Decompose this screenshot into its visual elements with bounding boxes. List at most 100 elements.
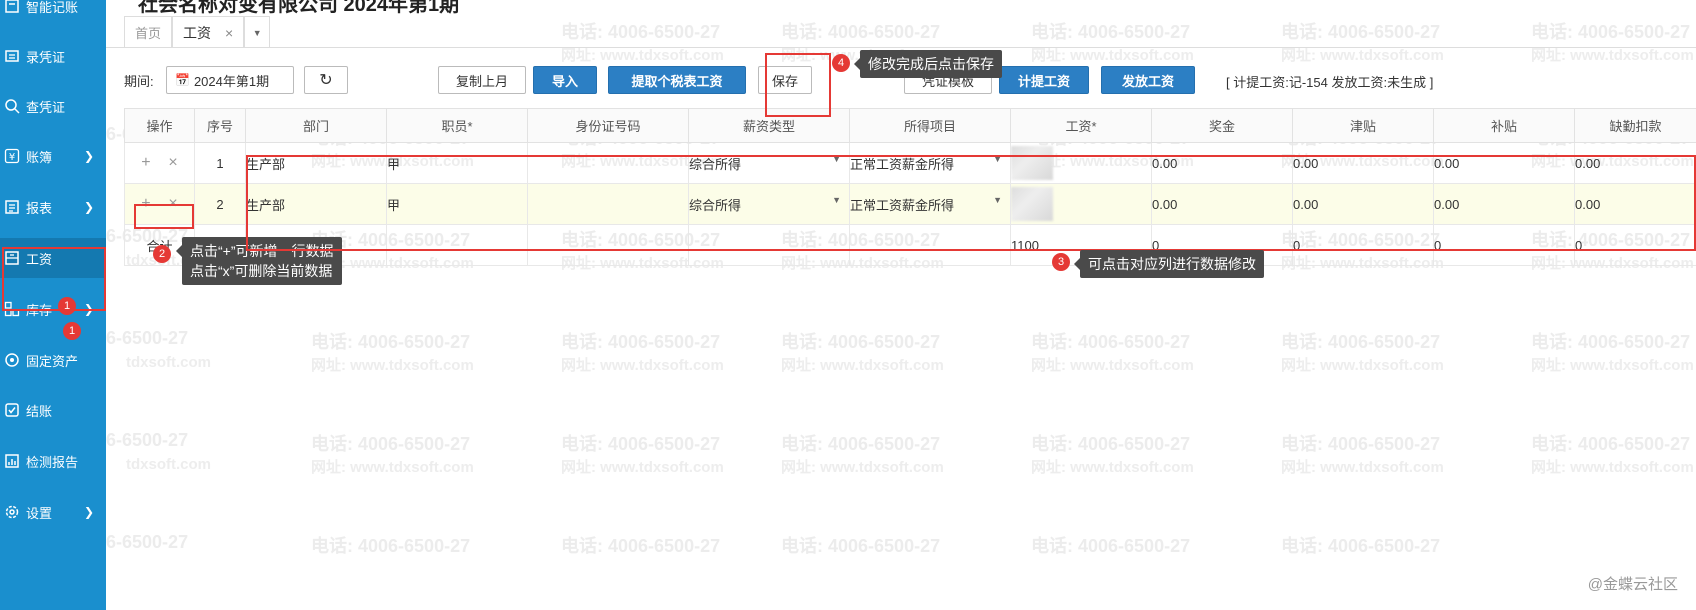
dept-cell[interactable]: 生产部 [245, 183, 387, 225]
absence-deduction-cell[interactable]: 0.00 [1574, 142, 1696, 184]
watermark-url: 网址: www.tdxsoft.com [1031, 357, 1194, 374]
absence-deduction-cell[interactable]: 0.00 [1574, 183, 1696, 225]
column-header: 所得项目 [849, 108, 1011, 143]
employee-cell[interactable]: 甲 [386, 183, 528, 225]
period-selector[interactable]: 📅 2024年第1期 [166, 66, 294, 94]
fetch-tax-salary-button[interactable]: 提取个税表工资 [608, 66, 746, 94]
id-number-cell[interactable] [527, 142, 689, 184]
voucher-entry-icon [2, 46, 22, 66]
salary-table: 操作 序号 部门 职员* 身份证号码 薪资类型 所得项目 工资* 奖金 津贴 补… [124, 108, 1696, 266]
empty-cell [386, 224, 528, 266]
save-button[interactable]: 保存 [758, 66, 812, 94]
copy-last-month-button[interactable]: 复制上月 [438, 66, 526, 94]
watermark-url: 网址: www.tdxsoft.com [1531, 459, 1694, 476]
salary-cell[interactable] [1010, 183, 1152, 225]
watermark-phone: 电话: 4006-6500-27 [1281, 332, 1441, 352]
add-row-icon[interactable]: + [141, 154, 150, 171]
sidebar-item-ledger[interactable]: ¥ 账簿 ❯ [0, 136, 106, 176]
refresh-icon: ↻ [319, 72, 333, 89]
subsidy-cell[interactable]: 0.00 [1433, 183, 1575, 225]
watermark-phone: 电话: 4006-6500-27 [1281, 22, 1441, 42]
sidebar-item-inventory[interactable]: 库存 1 ❯ [0, 289, 106, 329]
tab-home[interactable]: 首页 [124, 16, 173, 48]
watermark-phone: 电话: 4006-6500-27 [1531, 332, 1691, 352]
accrue-salary-button[interactable]: 计提工资 [999, 66, 1089, 94]
sidebar-item-search-voucher[interactable]: 查凭证 [0, 86, 106, 126]
income-item-value: 正常工资薪金所得 [850, 197, 955, 213]
annotation-badge-1: 1 [63, 322, 81, 340]
subsidy-cell[interactable]: 0.00 [1433, 142, 1575, 184]
caret-down-icon: ▼ [832, 153, 841, 164]
watermark-phone: 电话: 4006-6500-27 [1031, 332, 1191, 352]
tooltip-edit-columns: 可点击对应列进行数据修改 [1074, 250, 1264, 278]
column-header: 序号 [194, 108, 246, 143]
bonus-cell[interactable]: 0.00 [1151, 142, 1293, 184]
chevron-right-icon: ❯ [83, 200, 94, 214]
id-number-cell[interactable] [527, 183, 689, 225]
sidebar-item-smart-book[interactable]: 智能记账 [0, 0, 106, 26]
column-header: 薪资类型 [688, 108, 850, 143]
pay-salary-button[interactable]: 发放工资 [1101, 66, 1195, 94]
total-row: 合计 1100 0 0 0 0 [124, 224, 1696, 266]
column-header: 部门 [245, 108, 387, 143]
sidebar: 智能记账 录凭证 查凭证 ¥ 账簿 ❯ 报表 ❯ 工资 库存 1 ❯ 固定资产 … [0, 0, 106, 610]
detection-icon [2, 451, 22, 471]
inventory-icon [2, 299, 22, 319]
watermark-url: 网址: www.tdxsoft.com [1031, 459, 1194, 476]
salary-type-value: 综合所得 [689, 197, 742, 213]
watermark-phone: 电话: 4006-6500-27 [1031, 22, 1191, 42]
watermark-phone: 电话: 4006-6500-27 [781, 332, 941, 352]
sidebar-item-checkout[interactable]: 结账 [0, 390, 106, 430]
checkout-icon [2, 400, 22, 420]
watermark-phone: 电话: 4006-6500-27 [781, 22, 941, 42]
empty-cell [688, 224, 850, 266]
watermark-phone: 电话: 4006-6500-27 [311, 536, 471, 556]
close-icon[interactable]: × [225, 25, 233, 41]
sidebar-item-settings[interactable]: 设置 ❯ [0, 492, 106, 532]
sidebar-item-label: 录凭证 [26, 49, 66, 65]
import-button[interactable]: 导入 [533, 66, 597, 94]
income-item-cell[interactable]: 正常工资薪金所得 ▼ [849, 183, 1011, 225]
table-header-row: 操作 序号 部门 职员* 身份证号码 薪资类型 所得项目 工资* 奖金 津贴 补… [124, 108, 1696, 143]
delete-row-icon[interactable]: × [168, 154, 177, 171]
watermark-url: tdxsoft.com [126, 456, 212, 473]
column-header: 职员* [386, 108, 528, 143]
watermark-phone: 电话: 4006-6500-27 [1531, 22, 1691, 42]
bonus-cell[interactable]: 0.00 [1151, 183, 1293, 225]
row-operations: + × [124, 183, 195, 225]
tab-salary[interactable]: 工资 × [172, 16, 245, 48]
sidebar-item-detection-report[interactable]: 检测报告 [0, 441, 106, 481]
income-item-value: 正常工资薪金所得 [850, 156, 955, 172]
sidebar-item-label: 检测报告 [26, 454, 79, 470]
salary-cell[interactable] [1010, 142, 1152, 184]
allowance-cell[interactable]: 0.00 [1292, 183, 1434, 225]
salary-type-cell[interactable]: 综合所得 ▼ [688, 183, 850, 225]
add-row-icon[interactable]: + [141, 195, 150, 212]
calendar-icon: 📅 [175, 73, 190, 87]
dept-cell[interactable]: 生产部 [245, 142, 387, 184]
sidebar-item-report[interactable]: 报表 ❯ [0, 187, 106, 227]
refresh-button[interactable]: ↻ [304, 66, 348, 94]
delete-row-icon[interactable]: × [168, 195, 177, 212]
employee-cell[interactable]: 甲 [386, 142, 528, 184]
tab-label: 工资 [183, 24, 212, 41]
tooltip-line: 点击“+”可新增一行数据 [190, 243, 334, 259]
watermark-phone: 06-6500-27 [106, 532, 189, 552]
watermark-phone: 电话: 4006-6500-27 [1031, 536, 1191, 556]
watermark-phone: 电话: 4006-6500-27 [561, 434, 721, 454]
sidebar-item-salary[interactable]: 工资 [0, 238, 106, 278]
watermark-phone: 电话: 4006-6500-27 [781, 536, 941, 556]
search-icon [2, 96, 22, 116]
column-header: 身份证号码 [527, 108, 689, 143]
yen-icon: ¥ [2, 146, 22, 166]
seq-cell: 1 [194, 142, 246, 184]
fixed-asset-icon [2, 350, 22, 370]
sidebar-item-fixed-asset[interactable]: 固定资产 [0, 340, 106, 380]
allowance-cell[interactable]: 0.00 [1292, 142, 1434, 184]
salary-type-cell[interactable]: 综合所得 ▼ [688, 142, 850, 184]
sidebar-item-voucher-entry[interactable]: 录凭证 [0, 36, 106, 76]
salary-type-value: 综合所得 [689, 156, 742, 172]
community-brand-mark: @金蝶云社区 [1587, 576, 1678, 593]
tab-dropdown-button[interactable]: ▼ [244, 16, 271, 48]
income-item-cell[interactable]: 正常工资薪金所得 ▼ [849, 142, 1011, 184]
